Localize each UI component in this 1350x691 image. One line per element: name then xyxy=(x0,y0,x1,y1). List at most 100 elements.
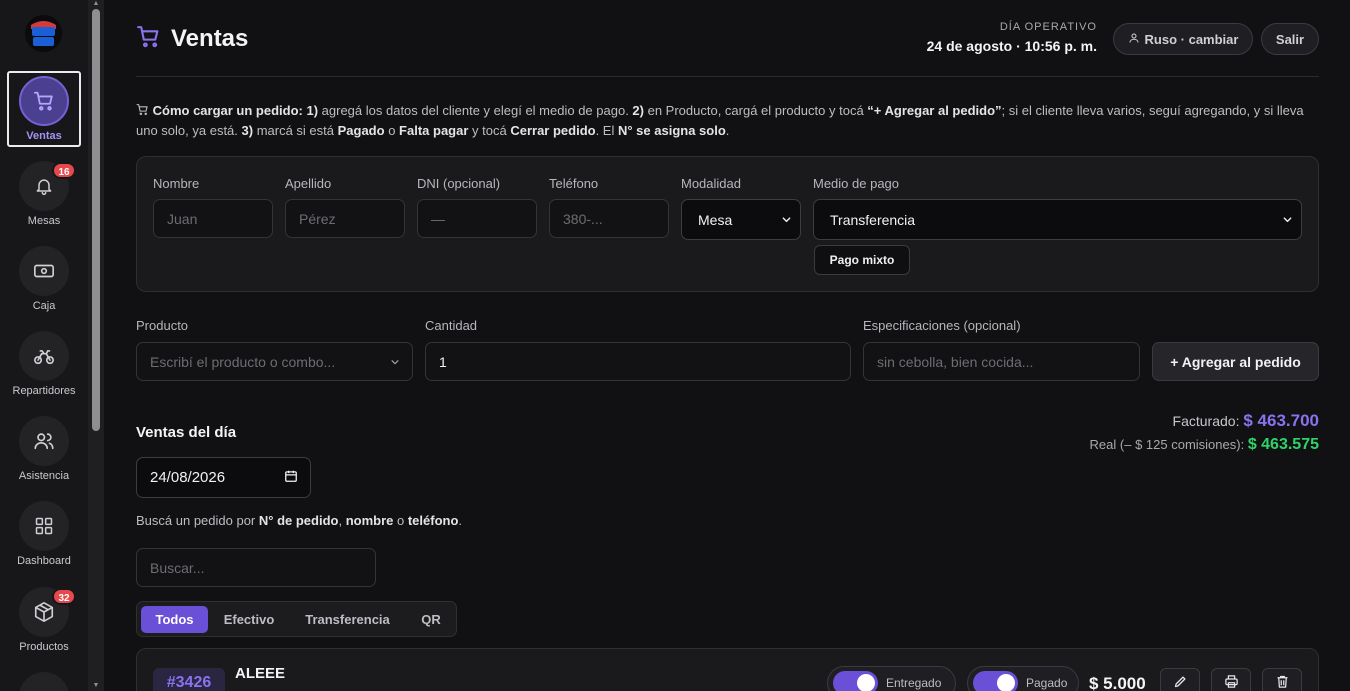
facturado-total: Facturado: $ 463.700 xyxy=(1173,411,1319,431)
real-value: $ 463.575 xyxy=(1247,436,1319,453)
search-help-text: Buscá un pedido por xyxy=(136,513,259,528)
payment-filter-tabs: Todos Efectivo Transferencia QR xyxy=(136,601,457,637)
search-help-name: nombre xyxy=(345,513,394,528)
print-order-button[interactable] xyxy=(1211,668,1251,691)
cart-icon xyxy=(19,76,69,126)
help-instructions: Cómo cargar un pedido: 1) agregá los dat… xyxy=(136,101,1319,140)
sidebar-item-label: Mesas xyxy=(27,215,61,227)
help-step-2: 2) xyxy=(632,103,644,118)
add-to-order-button[interactable]: + Agregar al pedido xyxy=(1152,342,1319,381)
search-help-text: o xyxy=(393,513,408,528)
help-step-3: 3) xyxy=(241,123,254,138)
modalidad-select[interactable]: Mesa xyxy=(681,199,801,240)
help-lead: Cómo cargar un pedido: xyxy=(152,103,303,118)
sidebar-item-dashboard[interactable]: Dashboard xyxy=(7,496,81,572)
telefono-input[interactable]: 380-... xyxy=(549,199,669,238)
search-help: Buscá un pedido por N° de pedido, nombre… xyxy=(136,513,462,528)
help-add-quote: “+ Agregar al pedido” xyxy=(867,103,1002,118)
trash-icon xyxy=(1275,674,1290,691)
users-icon xyxy=(19,416,69,466)
telefono-label: Teléfono xyxy=(549,176,599,191)
cantidad-input[interactable]: 1 xyxy=(425,342,851,381)
sidebar-item-productos[interactable]: 32 Productos xyxy=(7,582,81,658)
cantidad-label: Cantidad xyxy=(425,318,478,333)
nombre-input[interactable]: Juan xyxy=(153,199,273,238)
sales-section-title: Ventas del día xyxy=(136,424,237,441)
facturado-value: $ 463.700 xyxy=(1243,411,1319,430)
modalidad-value: Mesa xyxy=(698,211,733,228)
delivered-toggle[interactable]: Entregado xyxy=(827,666,956,691)
help-number-note: N° se asigna solo xyxy=(617,123,726,138)
cart-icon xyxy=(136,102,149,121)
header-divider xyxy=(136,76,1319,77)
help-text: . El xyxy=(595,123,618,138)
especificaciones-input[interactable]: sin cebolla, bien cocida... xyxy=(863,342,1140,381)
search-help-number: N° de pedido xyxy=(258,513,339,528)
sidebar-item-asistencia[interactable]: Asistencia xyxy=(7,411,81,487)
logout-label: Salir xyxy=(1275,31,1305,47)
producto-combobox[interactable]: Escribí el producto o combo... xyxy=(136,342,413,381)
brand-logo[interactable] xyxy=(25,15,62,52)
sidebar-item-label: Repartidores xyxy=(12,385,76,397)
medio-pago-label: Medio de pago xyxy=(813,176,900,191)
change-user-label: Ruso · cambiar xyxy=(1144,31,1239,47)
delete-order-button[interactable] xyxy=(1262,668,1302,691)
filter-tab-qr[interactable]: QR xyxy=(410,606,452,633)
bike-icon xyxy=(19,331,69,381)
help-text: agregá los datos del cliente y elegí el … xyxy=(318,103,633,118)
mixed-payment-button[interactable]: Pago mixto xyxy=(814,245,910,275)
sales-date-input[interactable]: 24/08/2026 xyxy=(136,457,311,498)
main-content: Ventas DÍA OPERATIVO 24 de agosto · 10:5… xyxy=(136,0,1319,691)
delivered-label: Entregado xyxy=(886,676,942,690)
apellido-input[interactable]: Pérez xyxy=(285,199,405,238)
real-label: Real (– $ 125 comisiones): xyxy=(1089,437,1245,452)
cart-icon xyxy=(136,24,161,54)
help-text: marcá si está xyxy=(253,123,338,138)
more-nav-icon[interactable] xyxy=(19,672,69,691)
dni-label: DNI (opcional) xyxy=(417,176,501,191)
calendar-icon[interactable] xyxy=(284,469,298,487)
sidebar-scroll-thumb[interactable] xyxy=(92,9,100,431)
search-help-text: . xyxy=(458,513,463,528)
paid-switch[interactable] xyxy=(973,671,1018,691)
pencil-icon xyxy=(1173,674,1188,691)
facturado-label: Facturado: xyxy=(1172,413,1240,429)
sidebar-item-label: Caja xyxy=(32,300,56,312)
nombre-label: Nombre xyxy=(153,176,200,191)
change-user-button[interactable]: Ruso · cambiar xyxy=(1113,23,1253,55)
sidebar-item-caja[interactable]: Caja xyxy=(7,241,81,317)
chevron-down-icon xyxy=(1282,212,1293,228)
page-title: Ventas xyxy=(171,25,249,52)
help-step-1: 1) xyxy=(306,103,319,118)
logout-button[interactable]: Salir xyxy=(1261,23,1319,55)
order-customer-name: ALEEE xyxy=(235,665,286,682)
notification-badge: 32 xyxy=(52,588,76,605)
dni-input[interactable]: — xyxy=(417,199,537,238)
filter-tab-transferencia[interactable]: Transferencia xyxy=(290,606,405,633)
medio-pago-select[interactable]: Transferencia xyxy=(813,199,1302,240)
filter-tab-efectivo[interactable]: Efectivo xyxy=(213,606,285,633)
sidebar-item-label: Dashboard xyxy=(17,555,71,567)
sidebar-item-ventas[interactable]: Ventas xyxy=(7,71,81,147)
help-paid: Pagado xyxy=(337,123,385,138)
delivered-switch[interactable] xyxy=(833,671,878,691)
help-text: o xyxy=(384,123,400,138)
cash-icon xyxy=(19,246,69,296)
filter-tab-todos[interactable]: Todos xyxy=(141,606,208,633)
sidebar-item-repartidores[interactable]: Repartidores xyxy=(7,326,81,402)
paid-toggle[interactable]: Pagado xyxy=(967,666,1079,691)
scroll-up-arrow-icon[interactable]: ▲ xyxy=(91,0,101,8)
customer-form-card: Nombre Juan Apellido Pérez DNI (opcional… xyxy=(136,156,1319,292)
search-help-text: , xyxy=(338,513,346,528)
sidebar-item-mesas[interactable]: 16 Mesas xyxy=(7,156,81,232)
order-card[interactable]: #3426 ALEEE Entregado Pagado $ 5.000 xyxy=(136,648,1319,691)
help-text: . xyxy=(725,123,730,138)
user-icon xyxy=(1128,32,1140,47)
order-search-input[interactable]: Buscar... xyxy=(136,548,376,587)
edit-order-button[interactable] xyxy=(1160,668,1200,691)
scroll-down-arrow-icon[interactable]: ▼ xyxy=(91,682,101,690)
operational-day-value: 24 de agosto · 10:56 p. m. xyxy=(926,38,1097,54)
order-number: #3426 xyxy=(153,668,225,691)
sidebar: Ventas 16 Mesas Caja Repartidores Asiste… xyxy=(0,0,88,691)
apellido-label: Apellido xyxy=(285,176,332,191)
